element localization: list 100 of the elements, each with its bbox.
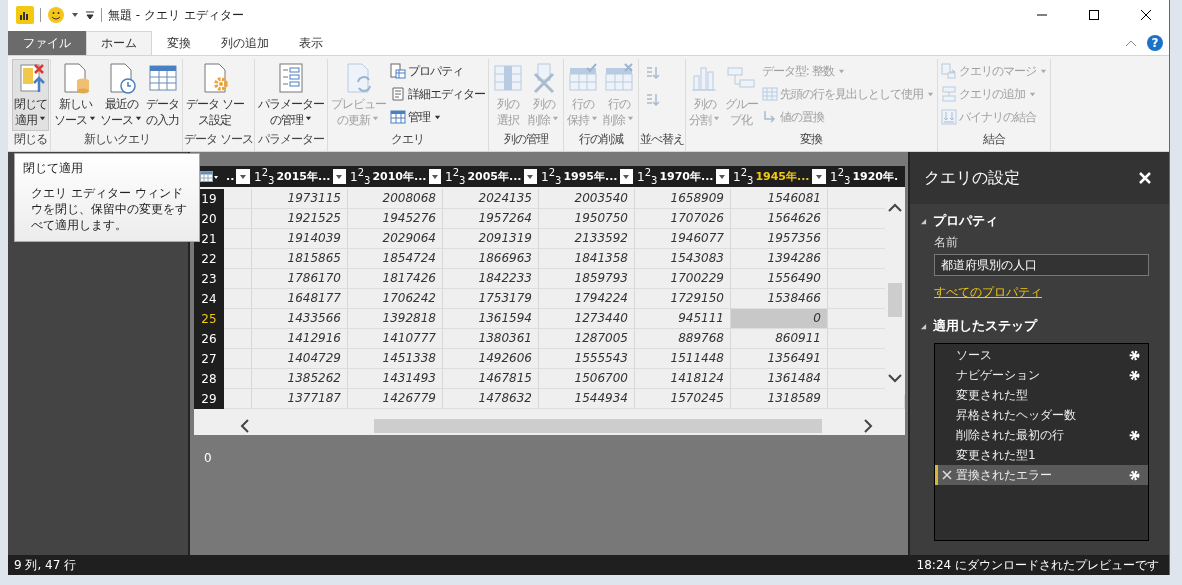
table-cell: 1555543 xyxy=(539,349,635,369)
table-cell: 1356491 xyxy=(731,349,828,369)
row-number: 25 xyxy=(194,309,224,329)
column-header[interactable]: 2005年... xyxy=(467,169,522,184)
table-cell: 1404729 xyxy=(252,349,348,369)
table-cell: 1546081 xyxy=(731,189,828,209)
table-icon xyxy=(389,109,406,125)
scroll-down-icon[interactable] xyxy=(888,373,902,383)
help-button[interactable]: ? xyxy=(1147,34,1163,51)
table-cell: 1707026 xyxy=(635,209,731,229)
customize-icon[interactable] xyxy=(85,10,95,20)
delete-icon[interactable] xyxy=(942,470,952,480)
step-label: 変更された型1 xyxy=(956,446,1037,464)
ribbon-button[interactable]: 閉じて 適用 xyxy=(12,59,49,131)
table-cell: 2003540 xyxy=(539,189,635,209)
step-item[interactable]: 昇格されたヘッダー数 xyxy=(935,405,1148,425)
group-label: 変換 xyxy=(799,131,824,148)
group-label: クエリ xyxy=(390,131,426,148)
scrollbar-thumb[interactable] xyxy=(374,419,822,433)
expand-triangle-icon[interactable] xyxy=(920,217,927,225)
column-header[interactable]: 1995年... xyxy=(563,169,618,184)
combine-icon xyxy=(940,109,957,125)
table-cell: 860911 xyxy=(731,329,828,349)
table-cell: 1287005 xyxy=(539,329,635,349)
column-header[interactable]: 1920年. xyxy=(852,169,903,184)
row-number: 26 xyxy=(194,329,224,349)
group-label: 行の削減 xyxy=(577,131,625,148)
cell-value-preview: 0 xyxy=(203,450,213,465)
gear-icon[interactable] xyxy=(1129,469,1140,481)
table-cell: 1729150 xyxy=(635,289,731,309)
app-logo-icon xyxy=(16,6,34,24)
step-label: ナビゲーション xyxy=(956,366,1041,384)
table-cell: 1841358 xyxy=(539,249,635,269)
ribbon-button[interactable]: 新しい ソース xyxy=(52,59,98,131)
table-cell: 0 xyxy=(731,309,828,329)
table-cell: 1706242 xyxy=(348,289,443,309)
section-heading: 適用したステップ xyxy=(933,317,1037,335)
step-label: 昇格されたヘッダー数 xyxy=(956,406,1077,424)
step-label: 置換されたエラー xyxy=(956,466,1053,484)
filter-button[interactable] xyxy=(715,169,729,184)
filter-button[interactable] xyxy=(811,169,826,184)
filter-button[interactable] xyxy=(428,169,441,184)
collapse-ribbon-icon[interactable] xyxy=(1125,38,1137,47)
caret-icon[interactable] xyxy=(71,11,79,19)
table-cell: 1410777 xyxy=(348,329,443,349)
table-menu-icon[interactable] xyxy=(200,170,218,183)
step-item[interactable]: 置換されたエラー xyxy=(935,465,1148,485)
table-cell: 1451338 xyxy=(348,349,443,369)
table-cell: 1786170 xyxy=(252,269,348,289)
ribbon-button[interactable]: パラメーター の管理 xyxy=(255,59,326,131)
step-item[interactable]: ナビゲーション xyxy=(935,365,1148,385)
column-header[interactable]: 2015年... xyxy=(276,169,331,184)
ribbon-button[interactable]: 最近の ソース xyxy=(98,59,144,131)
scroll-right-icon[interactable] xyxy=(863,419,873,433)
caret-icon xyxy=(526,172,535,181)
close-icon[interactable] xyxy=(1139,172,1151,184)
filter-button[interactable] xyxy=(523,169,537,184)
table-cell: 1648177 xyxy=(252,289,348,309)
table-cell: 1753179 xyxy=(443,289,539,309)
ribbon-tab[interactable]: ホーム xyxy=(86,31,152,55)
ribbon-button[interactable]: プロパティ xyxy=(387,60,487,82)
ribbon-button[interactable]: データ ソー ス設定 xyxy=(184,59,246,131)
file-tab[interactable]: ファイル xyxy=(8,31,86,55)
table-cell: 1957356 xyxy=(731,229,828,249)
step-item[interactable]: 変更された型 xyxy=(935,385,1148,405)
filter-button[interactable] xyxy=(619,169,633,184)
table-cell: 2008068 xyxy=(348,189,443,209)
scroll-left-icon[interactable] xyxy=(240,419,250,433)
step-label: 削除された最初の行 xyxy=(956,426,1065,444)
gear-icon[interactable] xyxy=(1129,349,1140,361)
step-item[interactable]: ソース xyxy=(935,345,1148,365)
ribbon-button[interactable]: データ の入力 xyxy=(144,59,181,131)
ribbon-button[interactable]: 詳細エディター xyxy=(387,83,487,105)
all-properties-link[interactable]: すべてのプロパティ xyxy=(934,284,1042,301)
step-item[interactable]: 削除された最初の行 xyxy=(935,425,1148,445)
sort-descending-icon xyxy=(644,92,661,108)
table-cell: 1859793 xyxy=(539,269,635,289)
smiley-icon[interactable] xyxy=(47,6,65,24)
table-cell: 1492606 xyxy=(443,349,539,369)
column-header[interactable]: 2010年... xyxy=(372,169,427,184)
scroll-up-icon[interactable] xyxy=(888,203,902,213)
column-header[interactable]: 1970年... xyxy=(659,169,714,184)
scrollbar-thumb[interactable] xyxy=(888,283,902,317)
filter-button[interactable] xyxy=(332,169,346,184)
column-header[interactable]: 1945年... xyxy=(755,169,810,184)
name-field[interactable]: 都道府県別の人口 xyxy=(934,254,1149,276)
gear-icon[interactable] xyxy=(1129,369,1140,381)
table-icon xyxy=(146,62,179,94)
gear-icon[interactable] xyxy=(1129,429,1140,441)
caret-icon xyxy=(814,172,823,181)
column-header[interactable]: .. xyxy=(226,170,235,183)
ribbon-button[interactable]: 管理 xyxy=(387,106,487,128)
table-cell: 1385262 xyxy=(252,369,348,389)
expand-triangle-icon[interactable] xyxy=(920,322,927,330)
append-icon xyxy=(940,86,957,102)
step-item[interactable]: 変更された型1 xyxy=(935,445,1148,465)
group-label: 新しいクエリ xyxy=(82,131,151,148)
filter-button[interactable] xyxy=(236,169,250,184)
table-cell: 1318589 xyxy=(731,389,828,409)
table-cell: 1377187 xyxy=(252,389,348,409)
